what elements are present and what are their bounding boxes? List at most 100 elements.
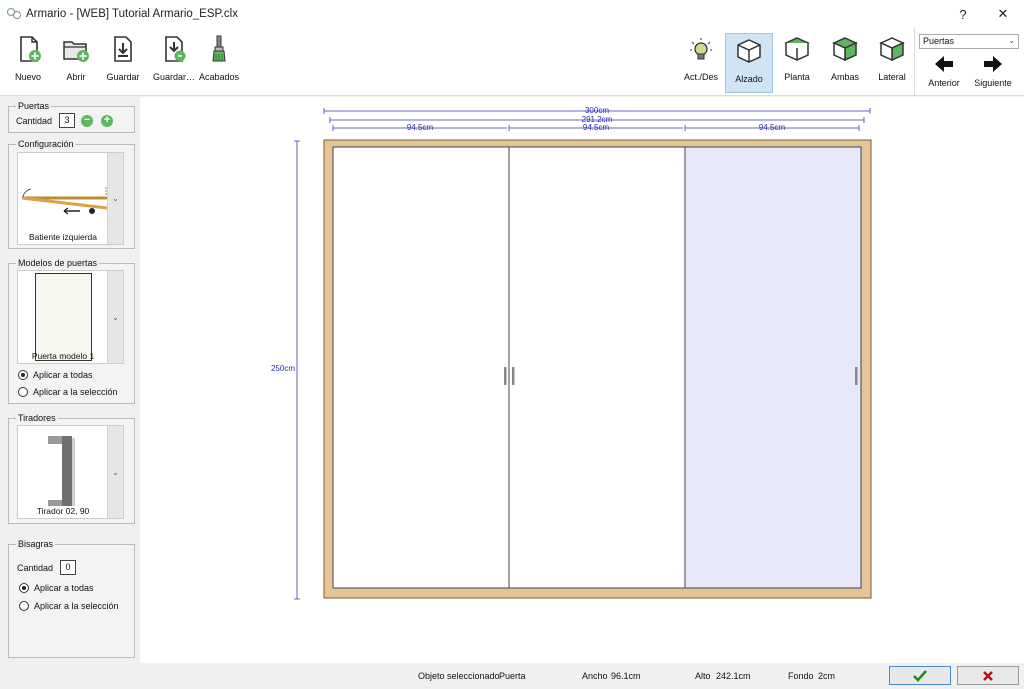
doors-qty-label: Cantidad — [16, 115, 53, 126]
hinges-group-title: Bisagras — [16, 539, 56, 549]
door-model-preview[interactable]: Puerta modelo 1 ⌄ — [17, 270, 124, 364]
element-type-value: Puertas — [923, 36, 955, 46]
previous-button-label: Anterior — [928, 78, 960, 88]
arrow-right-icon — [984, 56, 1002, 72]
accept-button[interactable] — [889, 666, 951, 685]
save-button[interactable]: Guardar — [104, 32, 142, 92]
toggle-button[interactable]: Act./Des — [682, 32, 720, 92]
handles-group-title: Tiradores — [16, 413, 58, 423]
door-1-width-dimension: 94.5cm — [407, 123, 434, 132]
open-folder-icon — [63, 41, 89, 62]
door-1-handle — [504, 367, 507, 385]
title-bar: Armario - [WEB] Tutorial Armario_ESP.clx… — [0, 0, 1024, 28]
element-type-select[interactable]: Puertas ⌄ — [919, 34, 1019, 49]
top-view-button-label: Planta — [784, 72, 810, 82]
door-3-selected[interactable] — [684, 146, 862, 589]
lightbulb-icon — [690, 38, 712, 60]
selected-object-label: Objeto seleccionado — [418, 671, 500, 681]
configuration-group-title: Configuración — [16, 139, 76, 149]
open-button-label: Abrir — [66, 72, 86, 82]
configuration-preview[interactable]: Batiente izquierda ⌄ — [17, 152, 124, 245]
save-as-button[interactable]: Guardar… — [150, 32, 198, 92]
top-view-button[interactable]: Planta — [776, 32, 818, 92]
apply-selection-hinges-radio[interactable]: Aplicar a la selección — [19, 601, 119, 611]
toggle-button-label: Act./Des — [683, 72, 718, 82]
door-models-group-title: Modelos de puertas — [16, 258, 100, 268]
properties-panel: Puertas Cantidad 3 − + Configuración Bat… — [0, 97, 140, 663]
cube-side-icon — [879, 37, 905, 62]
cancel-button[interactable] — [957, 666, 1019, 685]
door-3-width-dimension: 94.5cm — [759, 123, 786, 132]
open-button[interactable]: Abrir — [60, 32, 92, 92]
radio-selected-icon — [18, 370, 28, 380]
front-view-button[interactable]: Alzado — [725, 33, 773, 93]
new-button-label: Nuevo — [14, 72, 41, 82]
hinges-qty-label: Cantidad — [17, 562, 54, 573]
next-button[interactable]: Siguiente — [972, 54, 1014, 94]
side-view-button[interactable]: Lateral — [872, 32, 912, 92]
increase-doors-button[interactable]: + — [101, 114, 114, 127]
width-value: 96.1cm — [611, 671, 641, 681]
brush-icon — [212, 35, 226, 62]
arrow-left-icon — [935, 56, 953, 72]
door-model-dropdown-button[interactable]: ⌄ — [107, 271, 123, 363]
door-2[interactable] — [508, 146, 686, 589]
decrease-doors-button[interactable]: − — [81, 114, 94, 127]
depth-value: 2cm — [818, 671, 836, 681]
apply-selection-doors-label: Aplicar a la selección — [33, 387, 118, 397]
doors-group-title: Puertas — [16, 101, 52, 111]
both-views-button-label: Ambas — [830, 72, 859, 82]
depth-label: Fondo — [788, 671, 814, 681]
save-as-icon — [165, 36, 186, 62]
configuration-caption: Batiente izquierda — [28, 232, 98, 242]
app-logo-icon — [7, 7, 21, 21]
radio-unselected-icon — [19, 601, 29, 611]
total-width-dimension: 300cm — [585, 106, 609, 115]
radio-selected-icon — [19, 583, 29, 593]
finishes-button[interactable]: Acabados — [198, 32, 240, 92]
configuration-dropdown-button[interactable]: ⌄ — [107, 153, 123, 244]
doors-group: Puertas Cantidad 3 − + — [8, 101, 135, 133]
door-2-handle — [512, 367, 515, 385]
handle-preview[interactable]: Tirador 02, 90 ⌄ — [17, 425, 124, 519]
status-bar: Objeto seleccionado Puerta Ancho 96.1cm … — [0, 663, 1024, 689]
finishes-button-label: Acabados — [198, 72, 240, 82]
handle-dropdown-button[interactable]: ⌄ — [107, 426, 123, 518]
cube-top-icon — [784, 37, 810, 61]
height-value: 242.1cm — [716, 671, 751, 681]
help-button[interactable]: ? — [943, 0, 983, 28]
checkmark-icon — [913, 669, 927, 682]
both-views-button[interactable]: Ambas — [824, 32, 866, 92]
save-as-button-label: Guardar… — [152, 72, 196, 82]
cube-front-icon — [737, 39, 761, 63]
hinges-group: Bisagras Cantidad 0 Aplicar a todas Apli… — [8, 539, 135, 658]
save-icon — [114, 36, 132, 62]
apply-selection-doors-radio[interactable]: Aplicar a la selección — [18, 387, 118, 397]
selected-object-value: Puerta — [499, 671, 526, 681]
door-models-group: Modelos de puertas Puerta modelo 1 ⌄ Apl… — [8, 258, 135, 404]
previous-button[interactable]: Anterior — [925, 54, 963, 94]
apply-all-hinges-radio[interactable]: Aplicar a todas — [19, 583, 94, 593]
handle-icon — [48, 436, 75, 506]
door-model-caption: Puerta modelo 1 — [31, 351, 95, 361]
new-button[interactable]: Nuevo — [10, 32, 46, 92]
door-1[interactable] — [332, 146, 510, 589]
apply-all-doors-label: Aplicar a todas — [33, 370, 93, 380]
cross-icon — [983, 670, 993, 681]
close-window-button[interactable]: ✕ — [983, 0, 1023, 28]
cube-both-icon — [832, 37, 858, 62]
toolbar: Nuevo Abrir Guardar Guardar… Acabados Ac… — [0, 28, 1024, 96]
height-label: Alto — [695, 671, 711, 681]
wardrobe-elevation-drawing: 300cm 291.2cm 94.5cm 94.5cm 94.5cm 250cm — [271, 106, 872, 600]
hinges-qty-input[interactable]: 0 — [60, 560, 77, 575]
apply-all-hinges-label: Aplicar a todas — [34, 583, 94, 593]
window-title: Armario - [WEB] Tutorial Armario_ESP.clx — [26, 8, 238, 20]
drawing-canvas[interactable]: 300cm 291.2cm 94.5cm 94.5cm 94.5cm 250cm — [140, 97, 1024, 663]
apply-all-doors-radio[interactable]: Aplicar a todas — [18, 370, 93, 380]
save-button-label: Guardar — [106, 72, 140, 82]
door-model-thumbnail — [35, 273, 92, 361]
handle-caption: Tirador 02, 90 — [36, 506, 90, 516]
next-button-label: Siguiente — [974, 78, 1012, 88]
configuration-group: Configuración Batiente izquierda ⌄ — [8, 139, 135, 249]
doors-qty-input[interactable]: 3 — [59, 113, 76, 128]
